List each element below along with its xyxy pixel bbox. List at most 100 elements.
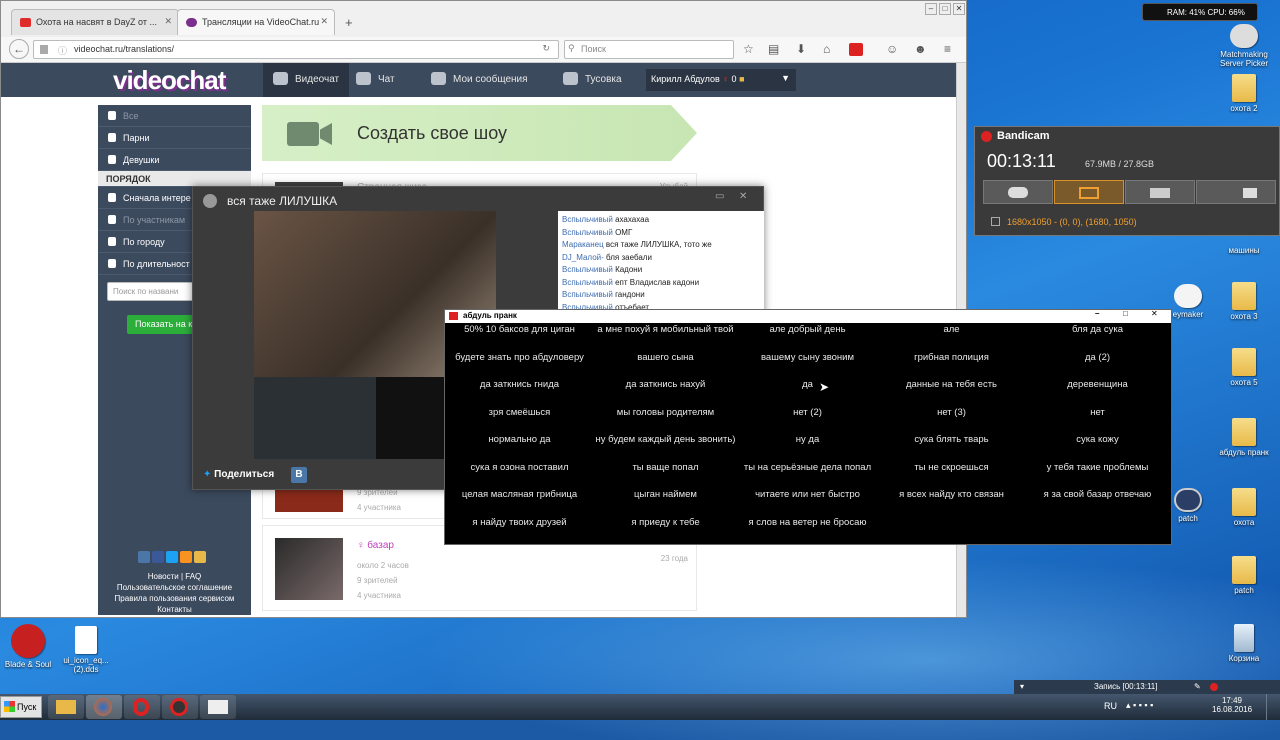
sound-button[interactable]: да заткнись нахуй <box>593 379 738 390</box>
reload-icon[interactable]: ↻ <box>542 43 550 54</box>
sound-button[interactable]: целая масляная грибница <box>447 489 592 500</box>
sound-button[interactable]: а мне похуй я мобильный твой <box>593 324 738 335</box>
close-tab-icon[interactable]: ✕ <box>320 16 328 27</box>
user-menu[interactable]: Кирилл Абдулов ♀ 0 ■ ▼ <box>646 69 796 91</box>
back-button[interactable]: ← <box>9 39 29 59</box>
sound-button[interactable]: я за свой базар отвечаю <box>1025 489 1170 500</box>
mail-ru-icon[interactable] <box>194 551 206 563</box>
desktop-icon-dds-file[interactable]: ui_icon_eq... (2).dds <box>54 626 118 674</box>
footer-agreement[interactable]: Пользовательское соглашение <box>98 583 251 592</box>
sound-button[interactable]: грибная полиция <box>879 352 1024 363</box>
sound-button[interactable]: я слов на ветер не бросаю <box>735 517 880 528</box>
sound-button[interactable]: сука блять тварь <box>879 434 1024 445</box>
address-bar[interactable]: ⓘ videochat.ru/translations/ ↻ <box>33 40 559 59</box>
footer-rules[interactable]: Правила пользования сервисом <box>98 594 251 603</box>
sound-button[interactable]: ну будем каждый день звонить) <box>593 434 738 445</box>
stop-icon[interactable] <box>1210 683 1218 691</box>
sound-button[interactable]: нет <box>1025 407 1170 418</box>
nav-messages[interactable]: Мои сообщения <box>421 63 538 97</box>
filter-girls[interactable]: Девушки <box>98 149 251 171</box>
facebook-icon[interactable] <box>152 551 164 563</box>
close-icon[interactable]: ✕ <box>1151 309 1158 318</box>
pencil-icon[interactable]: ✎ <box>1194 682 1201 691</box>
sound-button[interactable]: я найду твоих друзей <box>447 517 592 528</box>
tab-videochat[interactable]: Трансляции на VideoChat.ru ✕ <box>177 9 335 35</box>
minimize-button[interactable]: – <box>925 3 937 15</box>
addon-icon[interactable] <box>849 43 863 56</box>
vk-icon[interactable] <box>138 551 150 563</box>
taskbar-explorer[interactable] <box>48 695 84 719</box>
desktop-icon-folder[interactable]: абдуль пранк <box>1212 418 1276 457</box>
language-indicator[interactable]: RU <box>1104 701 1117 711</box>
filter-all[interactable]: Все <box>98 105 251 127</box>
sound-button[interactable]: вашего сына <box>593 352 738 363</box>
desktop-icon-folder[interactable]: машины <box>1212 246 1276 255</box>
sound-button[interactable]: сука я озона поставил <box>447 462 592 473</box>
chat-addon-icon[interactable]: ☺ <box>886 42 898 56</box>
taskbar-firefox[interactable] <box>86 695 122 719</box>
start-button[interactable]: Пуск <box>0 696 42 718</box>
menu-icon[interactable]: ≡ <box>944 42 951 56</box>
taskbar-bandicam[interactable] <box>162 695 198 719</box>
taskbar-prank[interactable] <box>200 695 236 719</box>
sound-button[interactable]: зря смеёшься <box>447 407 592 418</box>
download-icon[interactable]: ⬇ <box>796 42 806 56</box>
maximize-icon[interactable]: □ <box>1123 309 1128 318</box>
sound-button[interactable]: деревенщина <box>1025 379 1170 390</box>
game-mode-button[interactable] <box>983 180 1053 204</box>
sound-button[interactable]: ты ваще попал <box>593 462 738 473</box>
tray-icons[interactable]: ▴ ▪ ▪ ▪ ▪ <box>1126 700 1153 711</box>
twitter-icon[interactable] <box>166 551 178 563</box>
share-button[interactable]: ✦ Поделиться <box>203 469 274 480</box>
sound-button[interactable]: бля да сука <box>1025 324 1170 335</box>
sound-button[interactable]: але <box>879 324 1024 335</box>
home-icon[interactable]: ⌂ <box>823 42 830 56</box>
sound-button[interactable]: у тебя такие проблемы <box>1025 462 1170 473</box>
create-show-banner[interactable]: Создать свое шоу <box>262 105 697 161</box>
sound-button[interactable]: нормально да <box>447 434 592 445</box>
sound-button[interactable]: я приеду к тебе <box>593 517 738 528</box>
sound-button[interactable]: але добрый день <box>735 324 880 335</box>
footer-news-faq[interactable]: Новости | FAQ <box>98 572 251 581</box>
sound-button[interactable]: мы головы родителям <box>593 407 738 418</box>
sound-button[interactable]: ты не скроешься <box>879 462 1024 473</box>
sound-button[interactable]: 50% 10 баксов для циган <box>447 324 592 335</box>
sound-button[interactable]: будете знать про абдуловеру <box>447 352 592 363</box>
sound-button[interactable]: читаете или нет быстро <box>735 489 880 500</box>
sync-icon[interactable]: ☻ <box>914 42 927 56</box>
sound-button[interactable]: нет (2) <box>735 407 880 418</box>
sound-button[interactable]: нет (3) <box>879 407 1024 418</box>
desktop-icon-folder[interactable]: охота 5 <box>1212 348 1276 387</box>
sound-button[interactable]: ну да <box>735 434 880 445</box>
nav-party[interactable]: Тусовка <box>553 63 632 97</box>
close-icon[interactable]: ✕ <box>739 191 747 202</box>
desktop-icon-folder[interactable]: охота 3 <box>1212 282 1276 321</box>
sound-button[interactable]: вашему сыну звоним <box>735 352 880 363</box>
desktop-icon-folder[interactable]: охота 2 <box>1212 74 1276 113</box>
vk-share-icon[interactable]: В <box>291 467 307 483</box>
screen-mode-button[interactable] <box>1054 180 1124 204</box>
sound-button[interactable]: да заткнись гнида <box>447 379 592 390</box>
nav-videochat[interactable]: Видеочат <box>263 63 350 97</box>
footer-contacts[interactable]: Контакты <box>98 605 251 614</box>
odnoklassniki-icon[interactable] <box>180 551 192 563</box>
sound-button[interactable]: цыган наймем <box>593 489 738 500</box>
device-mode-button[interactable] <box>1125 180 1195 204</box>
show-desktop-button[interactable] <box>1266 694 1280 720</box>
desktop-icon-blade-soul[interactable]: Blade & Soul <box>0 624 60 669</box>
tray-arrow-icon[interactable]: ▾ <box>1020 682 1024 691</box>
close-window-button[interactable]: ✕ <box>953 3 965 15</box>
sound-button[interactable]: ты на серьёзные дела попал <box>735 462 880 473</box>
close-tab-icon[interactable]: ✕ <box>164 16 172 27</box>
sound-button[interactable]: я всех найду кто связан <box>879 489 1024 500</box>
desktop-icon-folder[interactable]: patch <box>1212 556 1276 595</box>
browser-search-input[interactable]: ⚲ Поиск <box>564 40 734 59</box>
filter-boys[interactable]: Парни <box>98 127 251 149</box>
minimize-icon[interactable]: ▭ <box>715 191 724 202</box>
site-logo[interactable]: videochat <box>113 65 226 96</box>
dropdown-arrow-icon[interactable]: ▼ <box>781 73 790 83</box>
tab-dayz[interactable]: Охота на насвят в DayZ от ... ✕ <box>11 9 179 35</box>
sound-button[interactable]: данные на тебя есть <box>879 379 1024 390</box>
clock[interactable]: 17:49 16.08.2016 <box>1212 696 1252 714</box>
desktop-icon-recycle-bin[interactable]: Корзина <box>1212 624 1276 663</box>
